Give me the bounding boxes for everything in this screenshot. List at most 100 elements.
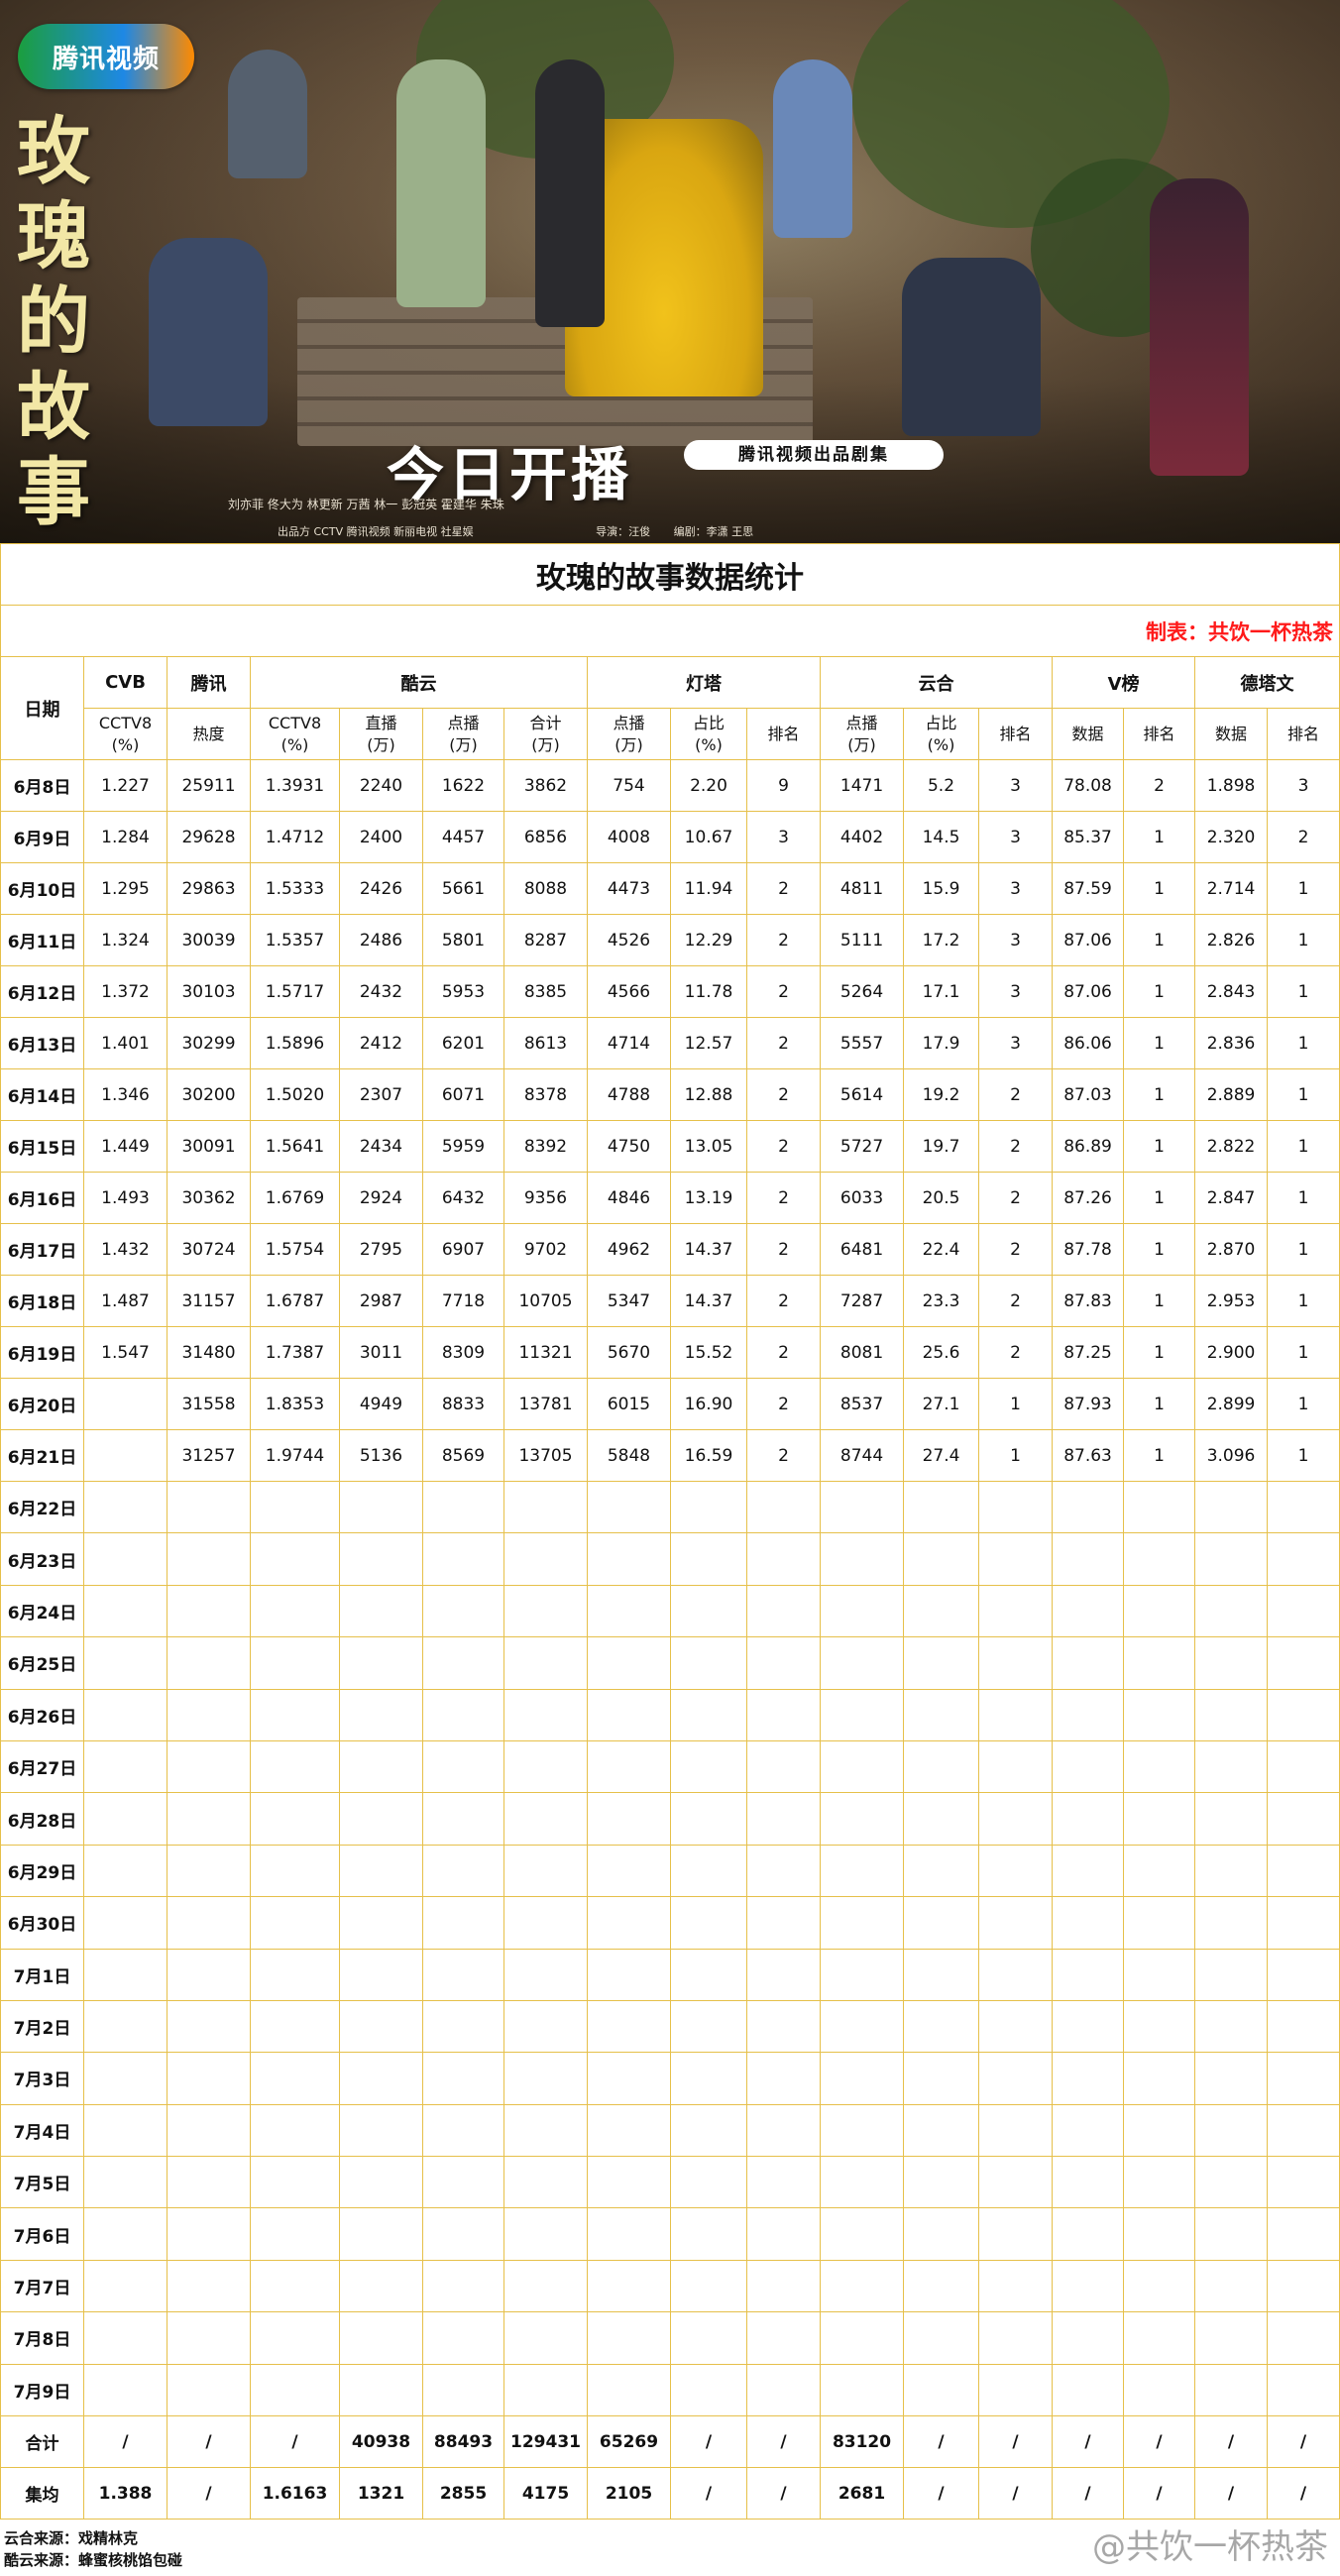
producer-tag: 腾讯视频出品剧集	[684, 440, 944, 470]
table-cell: 2	[745, 1068, 822, 1121]
table-cell: 1	[1267, 1172, 1340, 1224]
header-group: 云合	[820, 656, 1054, 709]
header-group: 酷云	[250, 656, 588, 709]
table-cell	[670, 1948, 747, 2001]
table-cell	[83, 2311, 168, 2365]
table-cell	[978, 1844, 1054, 1898]
table-cell: 87.26	[1052, 1172, 1125, 1224]
table-cell	[167, 1948, 251, 2001]
table-cell	[503, 2156, 588, 2209]
table-cell: 2307	[339, 1068, 423, 1121]
table-row: 6月28日	[0, 1792, 1340, 1846]
table-cell	[587, 1584, 671, 1638]
table-cell: 6481	[820, 1223, 905, 1276]
table-cell	[83, 2156, 168, 2209]
header-sub: 点播 (万)	[820, 708, 905, 760]
header-sub: 排名	[1123, 708, 1196, 760]
row-date: 6月27日	[0, 1739, 84, 1794]
table-cell: 2434	[339, 1120, 423, 1173]
header-group: 灯塔	[586, 656, 822, 709]
table-cell	[903, 1688, 980, 1741]
table-cell: 2.822	[1194, 1120, 1269, 1173]
table-cell: 11321	[503, 1326, 588, 1379]
table-cell	[1123, 1999, 1196, 2054]
summary-cell: /	[903, 2467, 980, 2520]
table-cell: 5557	[820, 1017, 905, 1069]
table-cell	[978, 2311, 1054, 2365]
table-cell	[903, 1739, 980, 1794]
table-cell	[978, 2052, 1054, 2105]
header-sub: 占比 (%)	[903, 708, 980, 760]
header-sub: CCTV8 (%)	[250, 708, 340, 760]
table-cell: 2	[745, 1275, 822, 1327]
header-sub: 合计 (万)	[503, 708, 588, 760]
table-cell	[83, 2363, 168, 2417]
summary-cell: /	[745, 2467, 822, 2520]
table-cell	[670, 2259, 747, 2313]
table-row: 7月5日	[0, 2156, 1340, 2209]
row-date: 6月22日	[0, 1480, 84, 1534]
table-cell: 1622	[422, 759, 504, 812]
table-cell: 8088	[503, 862, 588, 915]
table-cell	[1123, 1844, 1196, 1898]
table-cell	[903, 2259, 980, 2313]
table-cell	[339, 2207, 423, 2261]
table-cell: 2	[745, 1429, 822, 1482]
table-cell	[167, 2363, 251, 2417]
table-cell: 6856	[503, 811, 588, 863]
row-date: 6月10日	[0, 862, 84, 915]
table-cell: 2412	[339, 1017, 423, 1069]
table-cell	[745, 1636, 822, 1690]
table-cell	[1052, 2207, 1125, 2261]
table-cell: 5264	[820, 965, 905, 1018]
table-row: 6月10日 1.295 29863 1.5333 2426 5661 8088 4473 11.…	[0, 862, 1340, 915]
table-cell: 9	[745, 759, 822, 812]
summary-cell: /	[1052, 2467, 1125, 2520]
summary-cell: /	[1267, 2415, 1340, 2469]
table-cell	[1194, 2363, 1269, 2417]
table-cell	[503, 1999, 588, 2054]
table-row: 7月9日	[0, 2363, 1340, 2417]
table-cell	[820, 1999, 905, 2054]
table-cell: 2.900	[1194, 1326, 1269, 1379]
table-cell: 2	[978, 1223, 1054, 1276]
table-cell	[422, 1636, 504, 1690]
table-cell: 29628	[167, 811, 251, 863]
table-cell	[503, 1636, 588, 1690]
summary-cell: /	[250, 2415, 340, 2469]
row-date: 6月28日	[0, 1792, 84, 1846]
table-cell	[1123, 2259, 1196, 2313]
table-cell: 30103	[167, 965, 251, 1018]
table-cell	[587, 1844, 671, 1898]
table-cell	[1194, 2311, 1269, 2365]
table-cell	[422, 2259, 504, 2313]
table-cell: 6033	[820, 1172, 905, 1224]
header-sub-line: 点播	[447, 713, 480, 732]
row-date: 6月13日	[0, 1017, 84, 1069]
table-cell: 1	[1123, 862, 1196, 915]
table-cell: 1	[1123, 1326, 1196, 1379]
table-cell	[745, 2052, 822, 2105]
table-cell	[339, 1948, 423, 2001]
table-cell	[422, 1999, 504, 2054]
table-cell	[83, 1999, 168, 2054]
actor-figure	[535, 59, 605, 327]
table-cell	[83, 1584, 168, 1638]
table-cell: 4788	[587, 1068, 671, 1121]
table-cell: 4402	[820, 811, 905, 863]
table-cell: 13.19	[670, 1172, 747, 1224]
table-cell: 1.6769	[250, 1172, 340, 1224]
table-row: 6月21日 31257 1.9744 5136 8569 13705 5848 16.59 2 8…	[0, 1429, 1340, 1482]
table-cell: 29863	[167, 862, 251, 915]
table-cell	[1267, 2207, 1340, 2261]
table-cell: 6201	[422, 1017, 504, 1069]
table-cell: 30299	[167, 1017, 251, 1069]
table-cell	[745, 2363, 822, 2417]
table-cell: 2	[745, 1120, 822, 1173]
table-cell: 30039	[167, 914, 251, 966]
table-cell: 1	[978, 1378, 1054, 1430]
table-cell: 1	[1267, 1120, 1340, 1173]
table-cell: 2.714	[1194, 862, 1269, 915]
table-cell	[745, 1844, 822, 1898]
table-cell	[503, 2207, 588, 2261]
